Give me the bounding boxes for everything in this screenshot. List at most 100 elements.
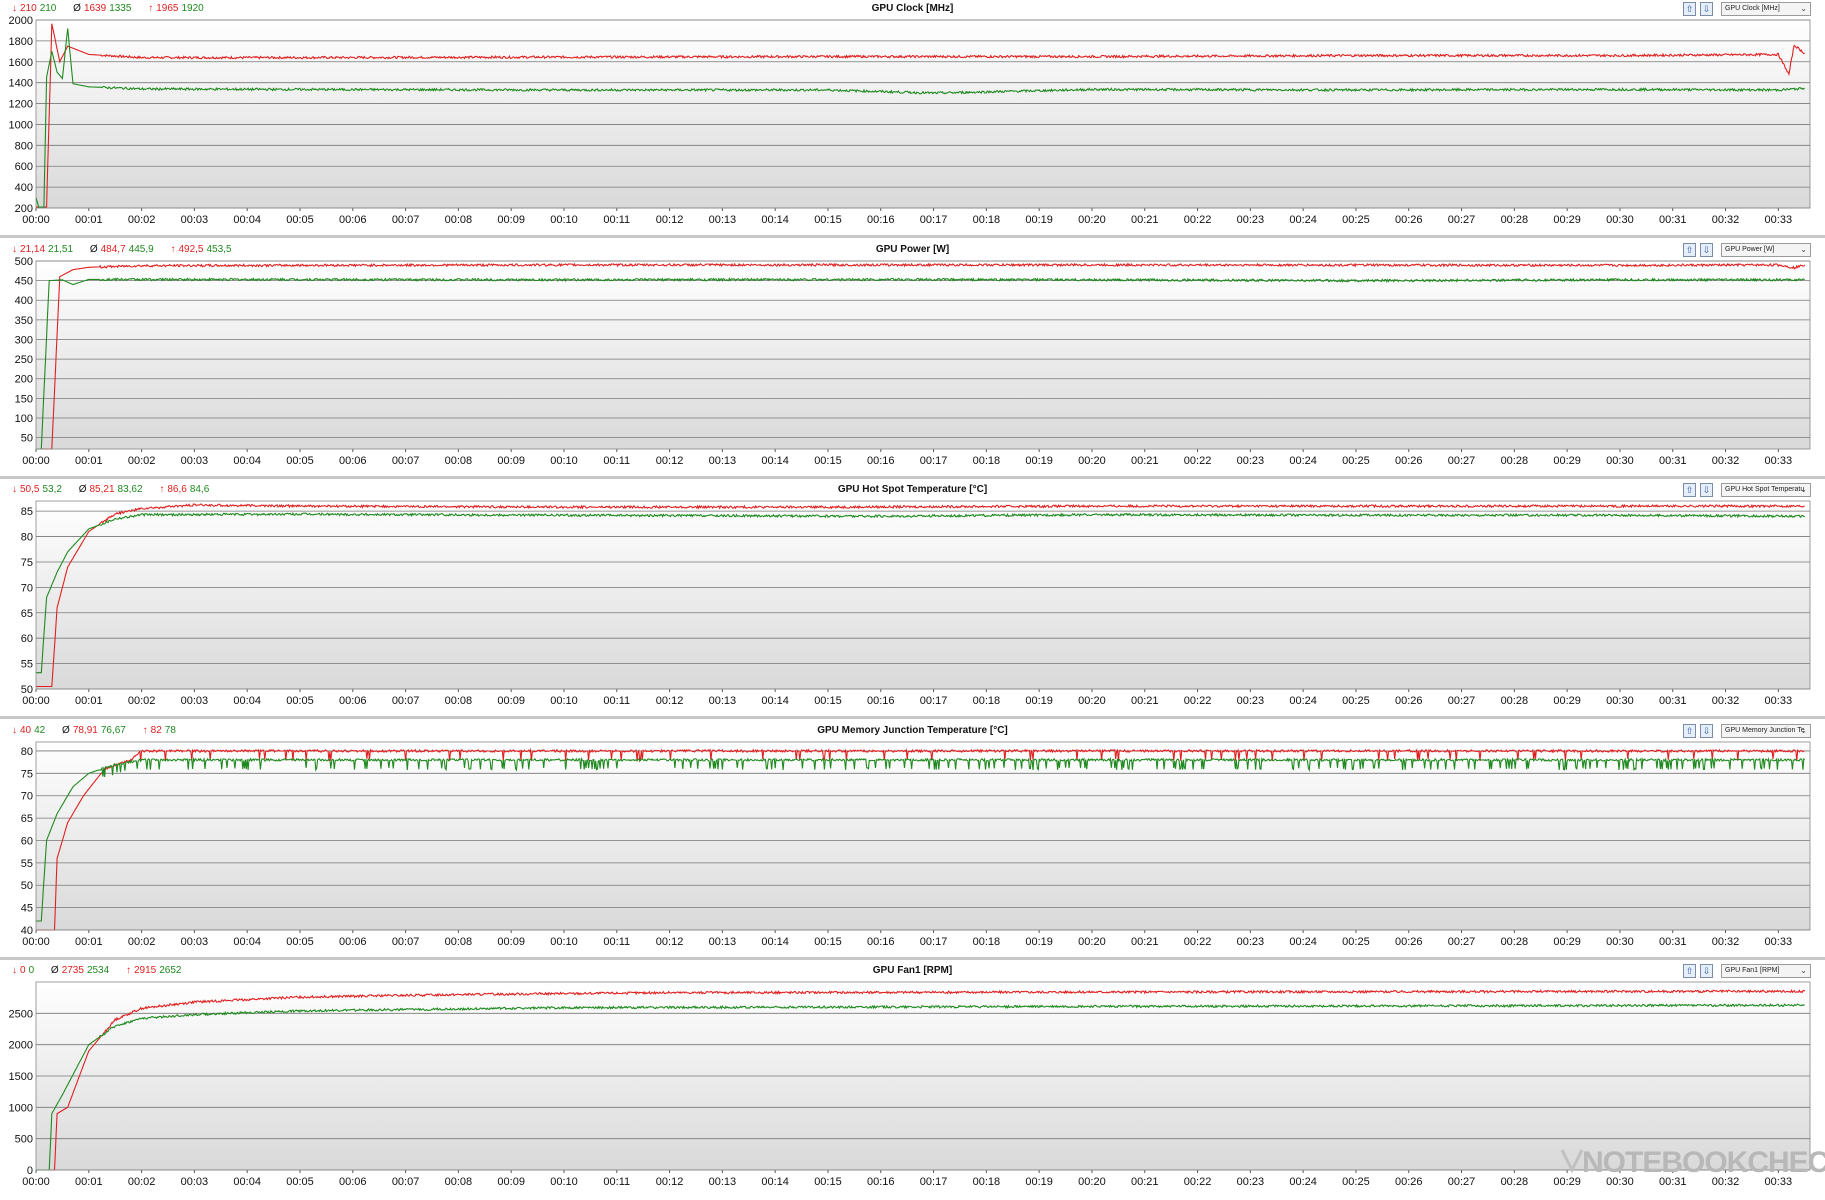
x-tick-label: 00:15 [814,1176,842,1188]
x-tick-label: 00:16 [867,455,895,467]
x-tick-label: 00:15 [814,455,842,467]
panel-gpu-clock: ↓ 210 210 Ø 1639 1335 ↑ 1965 1920 GPU Clock [M… [0,0,1825,238]
x-tick-label: 00:26 [1395,214,1423,226]
x-tick-label: 00:03 [181,695,209,707]
x-tick-label: 00:14 [761,455,789,467]
x-tick-label: 00:02 [128,936,156,948]
x-tick-label: 00:01 [75,214,103,226]
x-tick-label: 00:17 [920,695,948,707]
x-tick-label: 00:11 [603,455,630,467]
x-tick-label: 00:17 [920,455,948,467]
x-tick-label: 00:24 [1289,214,1317,226]
x-tick-label: 00:16 [867,695,895,707]
x-tick-label: 00:12 [656,1176,684,1188]
x-tick-label: 00:06 [339,1176,367,1188]
x-tick-label: 00:14 [761,936,789,948]
x-tick-label: 00:21 [1131,1176,1159,1188]
x-tick-label: 00:31 [1659,936,1687,948]
x-tick-label: 00:08 [445,695,473,707]
x-tick-label: 00:23 [1237,1176,1265,1188]
x-tick-label: 00:04 [233,214,261,226]
x-tick-label: 00:06 [339,695,367,707]
y-tick-label: 55 [21,858,33,870]
x-tick-label: 00:27 [1448,936,1476,948]
notebookcheck-logo-icon [1560,1149,1584,1174]
x-tick-label: 00:25 [1342,214,1370,226]
y-tick-label: 85 [21,506,33,518]
x-tick-label: 00:26 [1395,695,1423,707]
chart-canvas: 20040060080010001200140016001800200000:0… [9,15,1811,226]
x-tick-label: 00:00 [22,1176,50,1188]
x-tick-label: 00:13 [709,455,737,467]
y-tick-label: 450 [15,276,33,288]
x-tick-label: 00:06 [339,214,367,226]
x-tick-label: 00:24 [1289,936,1317,948]
x-tick-label: 00:23 [1237,455,1265,467]
y-tick-label: 50 [21,433,33,445]
x-tick-label: 00:26 [1395,455,1423,467]
x-tick-label: 00:01 [75,695,103,707]
x-tick-label: 00:03 [181,214,209,226]
x-tick-label: 00:27 [1448,695,1476,707]
x-tick-label: 00:23 [1237,695,1265,707]
x-tick-label: 00:04 [233,695,261,707]
x-tick-label: 00:30 [1606,936,1634,948]
y-tick-label: 150 [15,393,33,405]
x-tick-label: 00:03 [181,455,209,467]
panel-gpu-memjunction: ↓ 40 42 Ø 78,91 76,67 ↑ 82 78 GPU Memory Junct… [0,722,1825,960]
x-tick-label: 00:16 [867,936,895,948]
x-tick-label: 00:12 [656,214,684,226]
x-tick-label: 00:21 [1131,936,1159,948]
y-tick-label: 300 [15,334,33,346]
plot-area [36,501,1810,689]
x-tick-label: 00:04 [233,936,261,948]
x-tick-label: 00:21 [1131,455,1159,467]
x-tick-label: 00:07 [392,1176,420,1188]
x-tick-label: 00:27 [1448,455,1476,467]
x-tick-label: 00:14 [761,695,789,707]
x-tick-label: 00:15 [814,214,842,226]
x-tick-label: 00:18 [973,936,1001,948]
x-tick-label: 00:11 [603,214,630,226]
y-tick-label: 1600 [9,57,33,69]
x-tick-label: 00:06 [339,936,367,948]
x-tick-label: 00:19 [1025,1176,1053,1188]
x-tick-label: 00:32 [1712,214,1740,226]
x-tick-label: 00:27 [1448,1176,1476,1188]
x-tick-label: 00:24 [1289,455,1317,467]
x-tick-label: 00:12 [656,936,684,948]
x-tick-label: 00:28 [1501,455,1529,467]
plot-area [36,261,1810,449]
x-tick-label: 00:31 [1659,695,1687,707]
y-tick-label: 80 [21,746,33,758]
y-tick-label: 70 [21,791,33,803]
x-tick-label: 00:33 [1765,695,1793,707]
x-tick-label: 00:15 [814,695,842,707]
x-tick-label: 00:15 [814,936,842,948]
chart-canvas: 50 100 150 200 250 300 350 400 450 500 00:00 00:01 0… [15,256,1811,467]
y-tick-label: 100 [15,413,33,425]
x-tick-label: 00:04 [233,1176,261,1188]
x-tick-label: 00:31 [1659,455,1687,467]
x-tick-label: 00:32 [1712,936,1740,948]
y-tick-label: 350 [15,315,33,327]
x-tick-label: 00:10 [550,455,578,467]
x-tick-label: 00:17 [920,1176,948,1188]
x-tick-label: 00:00 [22,695,50,707]
x-tick-label: 00:32 [1712,695,1740,707]
x-tick-label: 00:16 [867,214,895,226]
y-tick-label: 1400 [9,78,33,90]
x-tick-label: 00:20 [1078,936,1106,948]
x-tick-label: 00:09 [497,1176,525,1188]
x-tick-label: 00:09 [497,455,525,467]
x-tick-label: 00:19 [1025,455,1053,467]
x-tick-label: 00:10 [550,1176,578,1188]
x-tick-label: 00:13 [709,936,737,948]
x-tick-label: 00:21 [1131,214,1159,226]
y-tick-label: 1000 [9,1102,33,1114]
x-tick-label: 00:28 [1501,695,1529,707]
x-tick-label: 00:22 [1184,695,1212,707]
y-tick-label: 2500 [9,1008,33,1020]
x-tick-label: 00:27 [1448,214,1476,226]
x-tick-label: 00:25 [1342,455,1370,467]
